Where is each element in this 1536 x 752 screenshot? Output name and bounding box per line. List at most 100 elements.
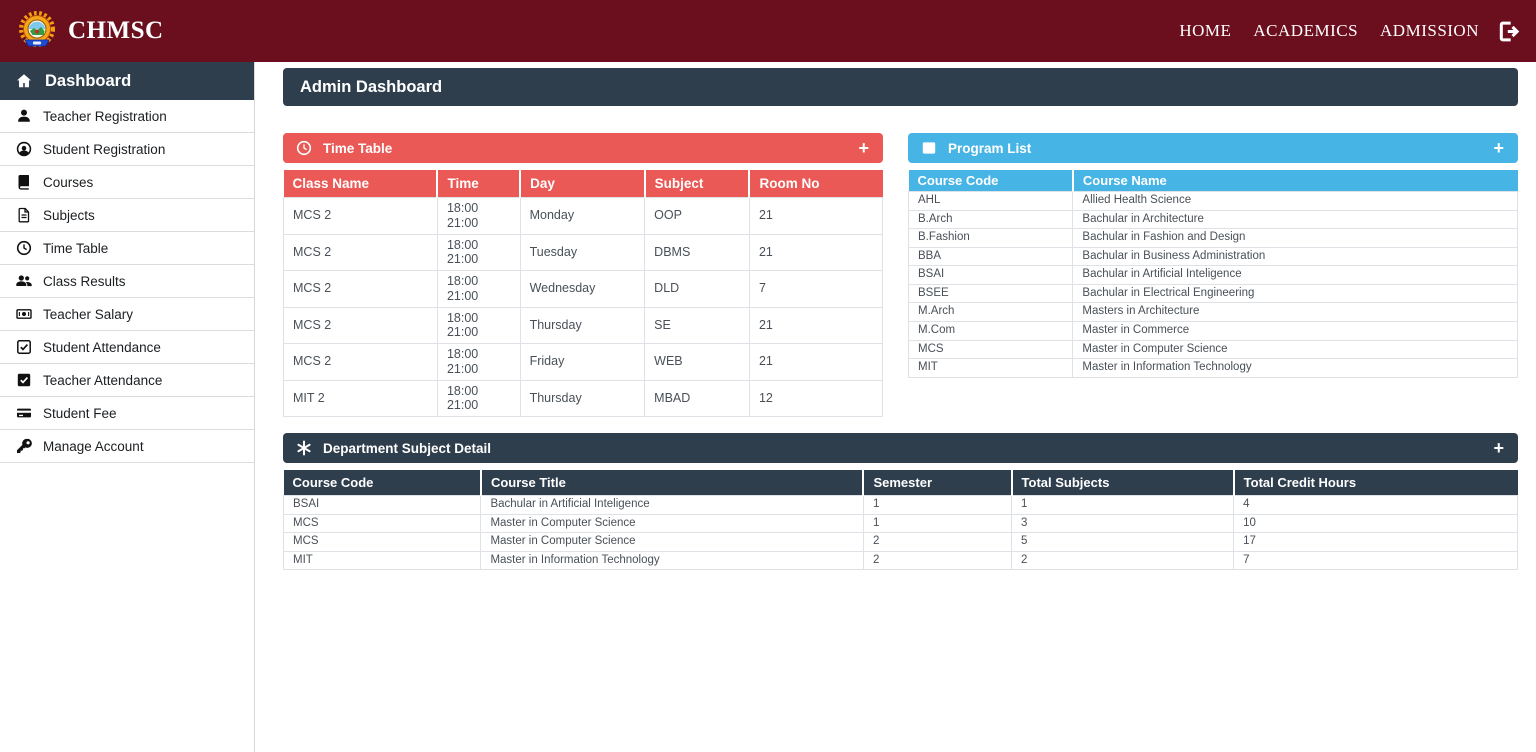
sidebar-header-dashboard[interactable]: Dashboard [0,62,254,100]
cell: Thursday [519,379,646,417]
cell: BSAI [907,265,1074,285]
sidebar-item-time-table[interactable]: Time Table [0,232,254,265]
cell: Masters in Architecture [1072,302,1518,322]
time-table: Class Name Time Day Subject Room No MCS 2 18:0… [283,170,884,417]
column-header: Class Name [283,170,439,198]
user-icon [15,108,32,125]
cell: MIT [907,358,1074,378]
sidebar-item-manage-account[interactable]: Manage Account [0,430,254,463]
cell: Bachular in Artificial Inteligence [480,495,864,515]
cell: BSAI [282,495,482,515]
brand: CHMSC [16,10,164,52]
table-row: MCS 2 18:00 21:00 Monday OOP 21 [283,197,884,235]
sidebar-item-label: Time Table [43,240,109,256]
cell: 21 [748,233,884,271]
check-square-solid-icon [15,372,32,389]
cell: Master in Computer Science [480,532,864,552]
cell: Bachular in Business Administration [1072,246,1518,267]
sidebar-item-label: Teacher Registration [43,108,167,124]
sidebar-item-label: Manage Account [43,438,144,454]
sidebar-item-student-registration[interactable]: Student Registration [0,133,254,166]
table-row: MIT Master in Information Technology [907,358,1518,378]
cell: 2 [1011,550,1235,571]
clock-icon [295,140,312,157]
cell: 5 [1011,532,1235,552]
sidebar-item-label: Courses [43,174,94,190]
table-row: BBA Bachular in Business Administration [907,246,1518,267]
program-list-card: Program List + Course Code Course Name AHL… [907,133,1518,378]
cell: SE [644,306,750,344]
sidebar-item-teacher-registration[interactable]: Teacher Registration [0,100,254,133]
cell: Bachular in Architecture [1072,209,1518,230]
cell: MCS 2 [283,197,438,235]
list-icon [920,140,937,157]
sidebar-item-teacher-attendance[interactable]: Teacher Attendance [0,364,254,397]
cell: Bachular in Fashion and Design [1072,228,1518,248]
brand-name: CHMSC [68,17,164,44]
cell: Thursday [519,306,646,344]
asterisk-icon [295,440,312,457]
users-icon [15,273,32,290]
cell: M.Arch [907,302,1074,322]
sidebar-item-student-fee[interactable]: Student Fee [0,397,254,430]
cell: Bachular in Artificial Inteligence [1072,265,1518,285]
cell: MIT 2 [283,379,438,417]
cell: AHL [907,191,1074,211]
cell: 18:00 21:00 [436,233,521,271]
cell: MCS 2 [283,306,438,344]
add-time-table-button[interactable]: + [856,139,871,157]
cell: 1 [862,495,1013,515]
book-icon [15,174,32,191]
add-department-subject-button[interactable]: + [1491,439,1506,457]
add-program-button[interactable]: + [1491,139,1506,157]
sidebar-item-class-results[interactable]: Class Results [0,265,254,298]
cell: MCS [907,339,1074,360]
clock-icon [15,240,32,257]
credit-card-icon [15,405,32,422]
cell: Allied Health Science [1072,191,1518,211]
cell: 18:00 21:00 [436,343,521,381]
sidebar-item-label: Student Fee [43,405,117,421]
cell: 21 [748,343,884,381]
cell: M.Com [907,320,1074,341]
cell: 18:00 21:00 [436,379,521,417]
nav-admission[interactable]: ADMISSION [1380,21,1479,41]
program-list-table: Course Code Course Name AHL Allied Health S… [907,170,1518,378]
department-subject-detail-card: Department Subject Detail + Course Code C… [282,433,1518,571]
sidebar-item-label: Student Registration [43,141,166,157]
cell: Master in Information Technology [480,550,864,571]
table-row: BSEE Bachular in Electrical Engineering [907,283,1518,304]
page-title-bar: Admin Dashboard [283,68,1518,106]
cell: Friday [519,343,646,381]
column-header: Time [437,170,522,198]
sidebar-item-student-attendance[interactable]: Student Attendance [0,331,254,364]
nav-academics[interactable]: ACADEMICS [1253,21,1358,41]
table-row: MIT 2 18:00 21:00 Thursday MBAD 12 [283,379,884,417]
sidebar-item-label: Subjects [43,207,95,223]
cell: 21 [748,197,884,235]
cell: 18:00 21:00 [436,197,521,235]
table-row: MCS Master in Computer Science 2 5 17 [282,532,1518,552]
home-icon [15,73,32,90]
sidebar-item-courses[interactable]: Courses [0,166,254,199]
cell: 17 [1233,532,1518,552]
table-row: BSAI Bachular in Artificial Inteligence 1 1… [282,495,1518,515]
column-header: Course Code [283,470,482,496]
cell: B.Arch [907,209,1074,230]
table-row: MCS 2 18:00 21:00 Thursday SE 21 [283,306,884,344]
sidebar-item-teacher-salary[interactable]: Teacher Salary [0,298,254,331]
sidebar-header-label: Dashboard [45,71,132,90]
cell: OOP [644,197,750,235]
table-row: M.Com Master in Commerce [907,320,1518,341]
department-subject-detail-card-header: Department Subject Detail + [283,433,1518,463]
cell: Master in Computer Science [1072,339,1518,360]
nav-home[interactable]: HOME [1179,21,1231,41]
sidebar-item-label: Class Results [43,273,126,289]
sidebar-item-subjects[interactable]: Subjects [0,199,254,232]
chmsc-emblem-logo [16,10,58,52]
sign-out-icon[interactable] [1497,20,1520,43]
column-header: Subject [644,170,751,198]
main-content: Admin Dashboard Time Table + Class Name T… [255,62,1536,752]
time-table-card: Time Table + Class Name Time Day Subject Roo… [283,133,884,417]
column-header: Semester [863,470,1013,496]
